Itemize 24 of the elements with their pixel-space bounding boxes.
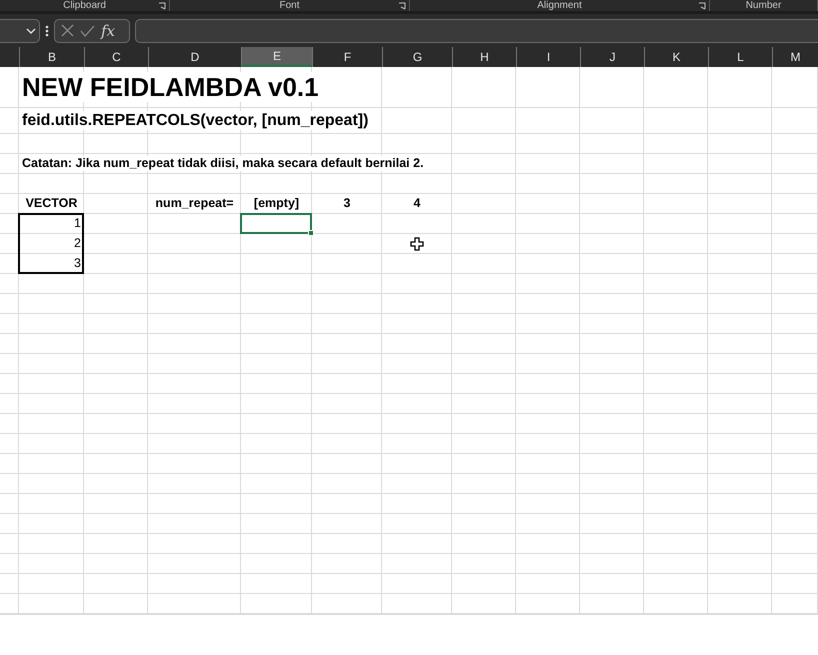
insert-function-button[interactable]: fx <box>101 22 116 40</box>
check-icon[interactable] <box>80 24 95 36</box>
cell-text: 4 <box>412 196 422 211</box>
ribbon-group-label: Clipboard <box>63 0 106 12</box>
ribbon-group-label: Number <box>746 0 782 12</box>
cell-text: num_repeat= <box>154 196 235 211</box>
cell-text: VECTOR <box>24 196 78 211</box>
cell-text: 3 <box>73 256 82 271</box>
dialog-launcher-icon[interactable] <box>698 2 706 10</box>
dialog-launcher-icon[interactable] <box>398 2 406 10</box>
dialog-launcher-icon[interactable] <box>158 2 166 10</box>
active-cell[interactable] <box>240 213 312 234</box>
chevron-icon <box>26 28 36 34</box>
name-box[interactable] <box>0 18 40 42</box>
cell-text: 3 <box>342 196 352 211</box>
formula-input[interactable] <box>135 18 818 42</box>
cancel-icon[interactable] <box>61 24 74 37</box>
more-options-icon[interactable] <box>45 24 49 38</box>
ribbon-group-label: Alignment <box>537 0 582 12</box>
cell-text: [empty] <box>252 196 300 211</box>
ribbon-group-label: Font <box>279 0 300 12</box>
cell-text: 2 <box>73 236 82 251</box>
cell-text: 1 <box>73 216 82 231</box>
column-header[interactable]: E <box>241 47 312 67</box>
